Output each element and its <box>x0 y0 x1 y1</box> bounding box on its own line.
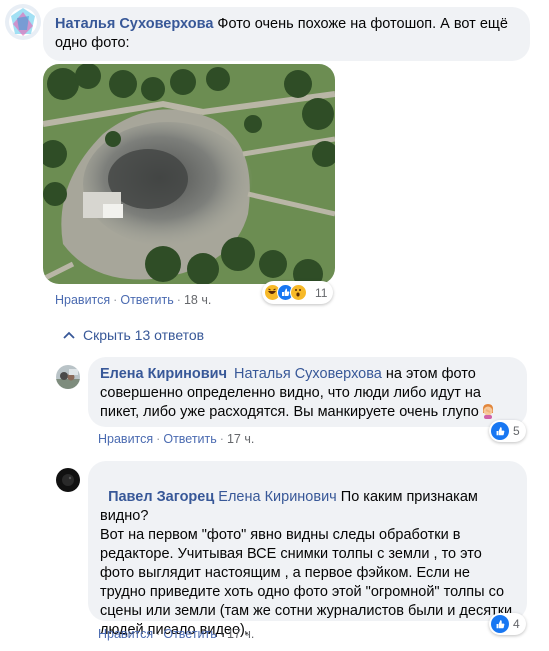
mention-link[interactable]: Елена Киринович <box>218 489 336 505</box>
mention-link[interactable]: Наталья Суховерхова <box>234 366 382 382</box>
reply-actions: Нравится · Ответить · 17 ч. <box>98 627 255 641</box>
reply-bubble: Павел Загорец Елена Киринович По каким п… <box>88 461 527 638</box>
reactions-summary[interactable]: 4 <box>489 613 526 635</box>
avatar[interactable] <box>56 365 80 389</box>
reply-timestamp[interactable]: 17 ч. <box>227 627 254 641</box>
aerial-crowd-photo[interactable] <box>43 64 335 284</box>
like-link[interactable]: Нравится <box>98 627 153 641</box>
avatar[interactable] <box>5 4 41 40</box>
reply-timestamp[interactable]: 17 ч. <box>227 432 254 446</box>
reply-bubble: Елена Киринович Наталья Суховерхова на э… <box>88 357 527 427</box>
comment-actions: Нравится · Ответить · 18 ч. <box>55 293 212 307</box>
chevron-up-icon <box>63 331 75 339</box>
hide-replies-label: Скрыть 13 ответов <box>83 327 205 343</box>
like-link[interactable]: Нравится <box>55 293 110 307</box>
wow-icon <box>290 284 307 301</box>
like-link[interactable]: Нравится <box>98 432 153 446</box>
reactions-count: 4 <box>513 617 520 631</box>
photo-image <box>43 64 335 284</box>
reply-text: По каким признакам видно? Вот на первом … <box>100 489 513 638</box>
reactions-summary[interactable]: 11 <box>262 281 334 304</box>
comment-author[interactable]: Наталья Суховерхова <box>55 16 213 32</box>
reactions-count: 11 <box>315 285 328 300</box>
like-icon <box>491 615 509 633</box>
user-avatar-image <box>56 365 80 389</box>
user-avatar-image <box>5 4 41 40</box>
comment-timestamp[interactable]: 18 ч. <box>184 293 211 307</box>
reactions-count: 5 <box>513 424 520 438</box>
reactions-summary[interactable]: 5 <box>489 420 526 442</box>
reply-author[interactable]: Павел Загорец <box>108 489 214 505</box>
avatar[interactable] <box>56 468 80 492</box>
reply-link[interactable]: Ответить <box>163 627 216 641</box>
comment-bubble: Наталья Суховерхова Фото очень похоже на… <box>43 7 530 61</box>
hide-replies-link[interactable]: Скрыть 13 ответов <box>63 327 204 343</box>
user-avatar-image <box>56 468 80 492</box>
reply-author[interactable]: Елена Киринович <box>100 366 227 382</box>
reply-actions: Нравится · Ответить · 17 ч. <box>98 432 255 446</box>
reply-link[interactable]: Ответить <box>163 432 216 446</box>
reply-link[interactable]: Ответить <box>120 293 173 307</box>
like-icon <box>491 422 509 440</box>
facepalm-emoji <box>480 403 496 419</box>
